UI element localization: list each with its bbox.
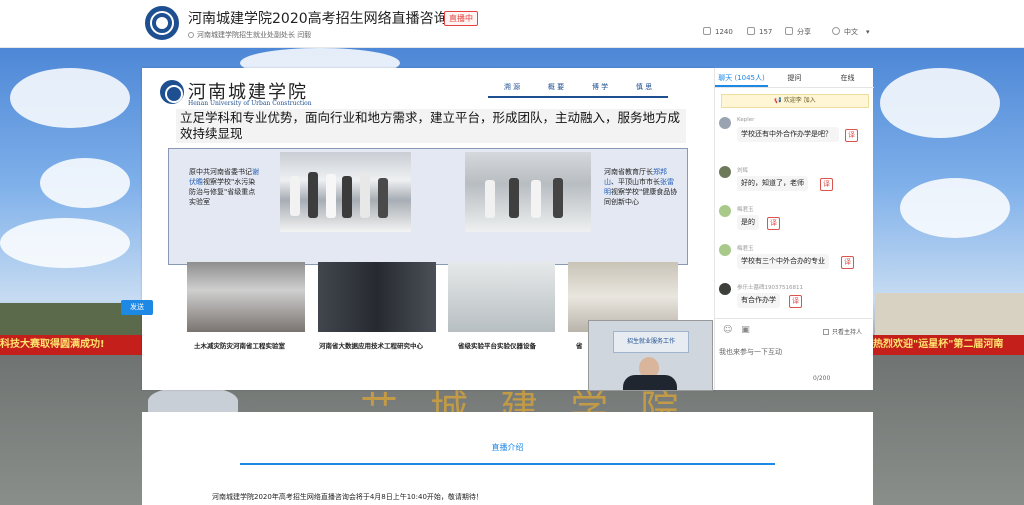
host-only-checkbox[interactable] (823, 329, 829, 335)
translate-icon[interactable]: 译 (789, 295, 802, 308)
chat-username: 参乐士墓碑19037516811 (737, 285, 803, 291)
lab-caption: 河南省大数据应用技术工程研究中心 (319, 342, 423, 350)
presenter-suit (623, 375, 677, 390)
avatar[interactable] (719, 283, 731, 295)
chat-panel: 聊天 (1045人) 提问 在线 📢 欢迎李 加入 Kepler 学校还有中外合… (714, 68, 874, 390)
megaphone-icon: 📢 (774, 97, 784, 104)
cloud (900, 178, 1010, 238)
comment-count[interactable]: 157 (747, 27, 772, 36)
chat-tabs: 聊天 (1045人) 提问 在线 (715, 68, 874, 88)
cloud (880, 68, 1000, 138)
presenter-video[interactable]: 招生就业服务工作 (588, 320, 713, 391)
language-select[interactable]: 中文 ▾ (832, 27, 870, 37)
intro-tab-underline (240, 463, 775, 465)
comment-icon (747, 27, 755, 35)
chevron-down-icon: ▾ (866, 28, 870, 36)
university-logo-icon (160, 80, 184, 104)
like-icon (703, 27, 711, 35)
lab-caption: 省 (576, 342, 583, 350)
chat-text: 是的 (737, 215, 759, 230)
visit-photo-1 (280, 152, 411, 232)
chat-input-area: ☺ ▣ 只看主持人 0/200 (715, 318, 874, 390)
right-visit-caption: 河南省教育厅长郑邦山、平顶山市市长张雷明视察学校"健康食品协同创新中心 (604, 168, 678, 206)
tab-chat[interactable]: 聊天 (1045人) (715, 68, 768, 87)
slide-heading: 立足学科和专业优势，面向行业和地方需求，建立平台，形成团队，主动融入，服务地方成… (176, 109, 686, 143)
visit-photo-panel: 原中共河南省委书记谢伏瞻视察学校"水污染防治与修复"省级重点实验室 河南省教育厅… (168, 148, 688, 265)
chat-message: 梅君玉 是的 译 (719, 205, 869, 235)
left-visit-caption: 原中共河南省委书记谢伏瞻视察学校"水污染防治与修复"省级重点实验室 (189, 168, 259, 206)
top-header: 河南城建学院2020高考招生网络直播咨询会 直播中 河南城建学院招生就业处副处长… (0, 0, 1024, 48)
chat-input[interactable] (719, 343, 869, 361)
tab-online[interactable]: 在线 (821, 68, 874, 87)
welcome-notice: 📢 欢迎李 加入 (721, 94, 869, 108)
lab-photo-2 (318, 262, 436, 332)
chat-message: Kepler 学校还有中外合作办学是吧？ 译 (719, 117, 869, 159)
cloud (40, 158, 130, 208)
send-button[interactable]: 发送 (121, 300, 153, 315)
lab-caption: 省级实验平台实验仪器设备 (458, 342, 536, 350)
visit-photo-2 (465, 152, 591, 232)
slide-logo-english: Henan University of Urban Construction (188, 100, 312, 107)
chat-text: 好的，知道了，老师 (737, 176, 808, 191)
slide-nav-underline (488, 96, 668, 98)
cloud (10, 68, 130, 128)
chat-text: 学校有三个中外合办的专业 (737, 254, 829, 269)
emoji-icon[interactable]: ☺ (723, 325, 732, 335)
chat-text: 学校还有中外合作办学是吧？ (737, 127, 839, 142)
translate-icon[interactable]: 译 (767, 217, 780, 230)
slide-nav-item: 博 学 (591, 83, 609, 91)
lab-photo-1 (187, 262, 305, 332)
chat-username: Kepler (737, 117, 755, 123)
avatar[interactable] (719, 205, 731, 217)
avatar[interactable] (719, 244, 731, 256)
location-icon (188, 32, 194, 38)
host-only-toggle[interactable]: 只看主持人 (823, 327, 862, 336)
chat-username: 刘辉 (737, 168, 749, 174)
translate-icon[interactable]: 译 (841, 256, 854, 269)
campus-banner-right: 热烈欢迎"运星杯"第二届河南 (873, 335, 1024, 355)
char-counter: 0/200 (813, 375, 831, 382)
chat-tools: ☺ ▣ (723, 325, 750, 335)
cloud (0, 218, 130, 268)
presenter-backdrop-board: 招生就业服务工作 (613, 331, 689, 353)
live-status-badge: 直播中 (444, 11, 478, 26)
chat-username: 梅君玉 (737, 207, 754, 213)
logo-icon[interactable] (145, 6, 179, 40)
campus-banner-left: 科技大赛取得圆满成功! (0, 335, 142, 355)
intro-text: 河南城建学院2020年高考招生网络直播咨询会将于4月8日上午10:40开始，敬请… (212, 493, 483, 501)
chat-message: 参乐士墓碑19037516811 有合作办学 译 (719, 283, 869, 313)
chat-message: 梅君玉 学校有三个中外合办的专业 译 (719, 244, 869, 274)
slide-nav-item: 慎 思 (635, 83, 653, 91)
tab-live-intro[interactable]: 直播介绍 (142, 442, 873, 453)
host-info: 河南城建学院招生就业处副处长 闫毅 (188, 30, 311, 40)
image-icon[interactable]: ▣ (741, 325, 750, 335)
avatar[interactable] (719, 117, 731, 129)
translate-icon[interactable]: 译 (820, 178, 833, 191)
building (875, 293, 1024, 335)
chat-username: 梅君玉 (737, 246, 754, 252)
page-title: 河南城建学院2020高考招生网络直播咨询会 (188, 11, 462, 27)
chat-text: 有合作办学 (737, 293, 780, 308)
slide-nav-item: 溯 源 (503, 83, 521, 91)
lab-caption: 土木减灾防灾河南省工程实验室 (194, 342, 285, 350)
slide-nav: 溯 源 概 要 博 学 慎 思 (490, 82, 666, 92)
like-button[interactable]: 1240 (703, 27, 733, 36)
slide-nav-item: 概 要 (547, 83, 565, 91)
share-icon (785, 27, 793, 35)
chat-message: 刘辉 好的，知道了，老师 译 (719, 166, 869, 196)
lab-photo-3 (448, 262, 555, 332)
globe-icon (832, 27, 840, 35)
tab-questions[interactable]: 提问 (768, 68, 821, 87)
avatar[interactable] (719, 166, 731, 178)
share-button[interactable]: 分享 (785, 27, 811, 37)
translate-icon[interactable]: 译 (845, 129, 858, 142)
intro-panel: 直播介绍 河南城建学院2020年高考招生网络直播咨询会将于4月8日上午10:40… (142, 412, 873, 505)
